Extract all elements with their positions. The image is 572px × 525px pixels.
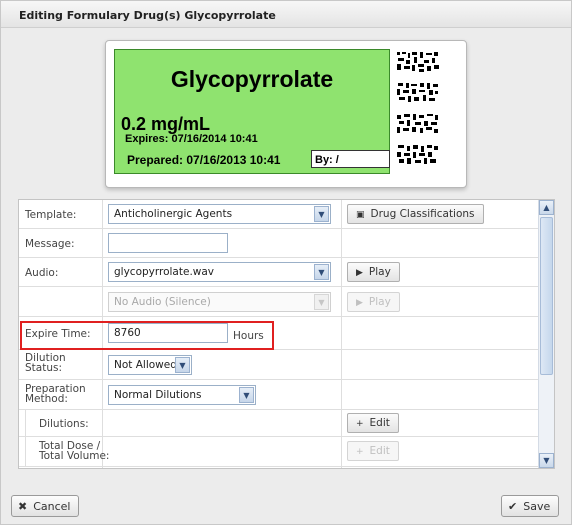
x-icon: ✖: [18, 500, 28, 513]
drug-label-card: Glycopyrrolate 0.2 mg/mL Expires: 07/16/…: [114, 49, 390, 174]
edit-drug-dialog: Editing Formulary Drug(s) Glycopyrrolate…: [0, 0, 572, 525]
message-input[interactable]: [108, 233, 228, 253]
preparation-method-label: Preparation Method:: [25, 383, 86, 405]
indent-divider: [25, 437, 26, 466]
chevron-down-icon[interactable]: ▼: [314, 206, 329, 222]
message-row: Message:: [19, 229, 539, 258]
label-preview: Glycopyrrolate 0.2 mg/mL Expires: 07/16/…: [105, 40, 467, 188]
play-button-disabled[interactable]: ▶ Play: [347, 292, 400, 312]
barcode-column: [396, 51, 448, 166]
label-concentration: 0.2 mg/mL: [121, 114, 211, 134]
panel-scrollbar[interactable]: ▲ ▼: [538, 200, 554, 468]
dilutions-label: Dilutions:: [39, 418, 89, 430]
label-prepared: Prepared: 07/16/2013 10:41: [127, 153, 281, 167]
audio-select[interactable]: glycopyrrolate.wav ▼: [108, 262, 331, 282]
audio-row: Audio: glycopyrrolate.wav ▼ ▶ Play: [19, 258, 539, 287]
drug-classifications-button[interactable]: ▣ Drug Classifications: [347, 204, 484, 224]
dilution-status-label: Dilution Status:: [25, 352, 66, 374]
audio-value: glycopyrrolate.wav: [114, 266, 215, 278]
chevron-down-icon[interactable]: ▼: [239, 387, 254, 403]
audio-secondary-row: No Audio (Silence) ▼ ▶ Play: [19, 287, 539, 317]
total-dose-edit-button[interactable]: + Edit: [347, 441, 399, 461]
audio-secondary-select[interactable]: No Audio (Silence) ▼: [108, 292, 331, 312]
plus-icon: +: [356, 447, 364, 457]
play-button[interactable]: ▶ Play: [347, 262, 400, 282]
chevron-down-icon[interactable]: ▼: [314, 294, 329, 310]
scrollbar-thumb[interactable]: [540, 217, 553, 375]
total-dose-label: Total Dose / Total Volume:: [39, 440, 110, 462]
dilution-status-value: Not Allowed: [114, 359, 177, 371]
label-drug-name: Glycopyrrolate: [170, 66, 334, 92]
drug-settings-panel: Template: Anticholinergic Agents ▼ ▣ Drug…: [18, 199, 555, 469]
expire-time-highlight: [20, 321, 274, 350]
template-select[interactable]: Anticholinergic Agents ▼: [108, 204, 331, 224]
plus-icon: +: [356, 419, 364, 429]
audio-label: Audio:: [25, 267, 59, 279]
barcode-icon: [396, 113, 440, 135]
template-row: Template: Anticholinergic Agents ▼ ▣ Drug…: [19, 200, 539, 229]
template-label: Template:: [25, 209, 77, 221]
label-expires: Expires: 07/16/2014 10:41: [125, 133, 258, 145]
chevron-down-icon[interactable]: ▼: [175, 357, 190, 373]
message-label: Message:: [25, 238, 75, 250]
dialog-title: Editing Formulary Drug(s) Glycopyrrolate: [1, 1, 571, 28]
audio-secondary-value: No Audio (Silence): [114, 296, 211, 308]
play-icon: ▶: [356, 268, 363, 278]
barcode-icon: [396, 82, 440, 104]
dilutions-row: Dilutions: + Edit: [19, 410, 539, 437]
indent-divider: [25, 410, 26, 436]
dilution-status-row: Dilution Status: Not Allowed ▼: [19, 350, 539, 380]
total-dose-row: Total Dose / Total Volume: + Edit: [19, 437, 539, 467]
preparation-method-row: Preparation Method: Normal Dilutions ▼: [19, 380, 539, 410]
chevron-up-icon[interactable]: ▲: [539, 200, 554, 215]
dilution-status-select[interactable]: Not Allowed ▼: [108, 355, 192, 375]
chevron-down-icon[interactable]: ▼: [539, 453, 554, 468]
preparation-method-select[interactable]: Normal Dilutions ▼: [108, 385, 256, 405]
barcode-icon: [396, 51, 440, 73]
dilutions-edit-button[interactable]: + Edit: [347, 413, 399, 433]
image-icon: ▣: [356, 210, 365, 220]
cancel-button[interactable]: ✖ Cancel: [11, 495, 80, 517]
barcode-icon: [396, 144, 440, 166]
chevron-down-icon[interactable]: ▼: [314, 264, 329, 280]
play-icon: ▶: [356, 298, 363, 308]
preparation-method-value: Normal Dilutions: [114, 389, 202, 401]
label-by-box: By: /: [311, 150, 390, 168]
save-button[interactable]: ✔ Save: [501, 495, 560, 517]
template-value: Anticholinergic Agents: [114, 208, 233, 220]
checkmark-icon: ✔: [508, 500, 518, 513]
